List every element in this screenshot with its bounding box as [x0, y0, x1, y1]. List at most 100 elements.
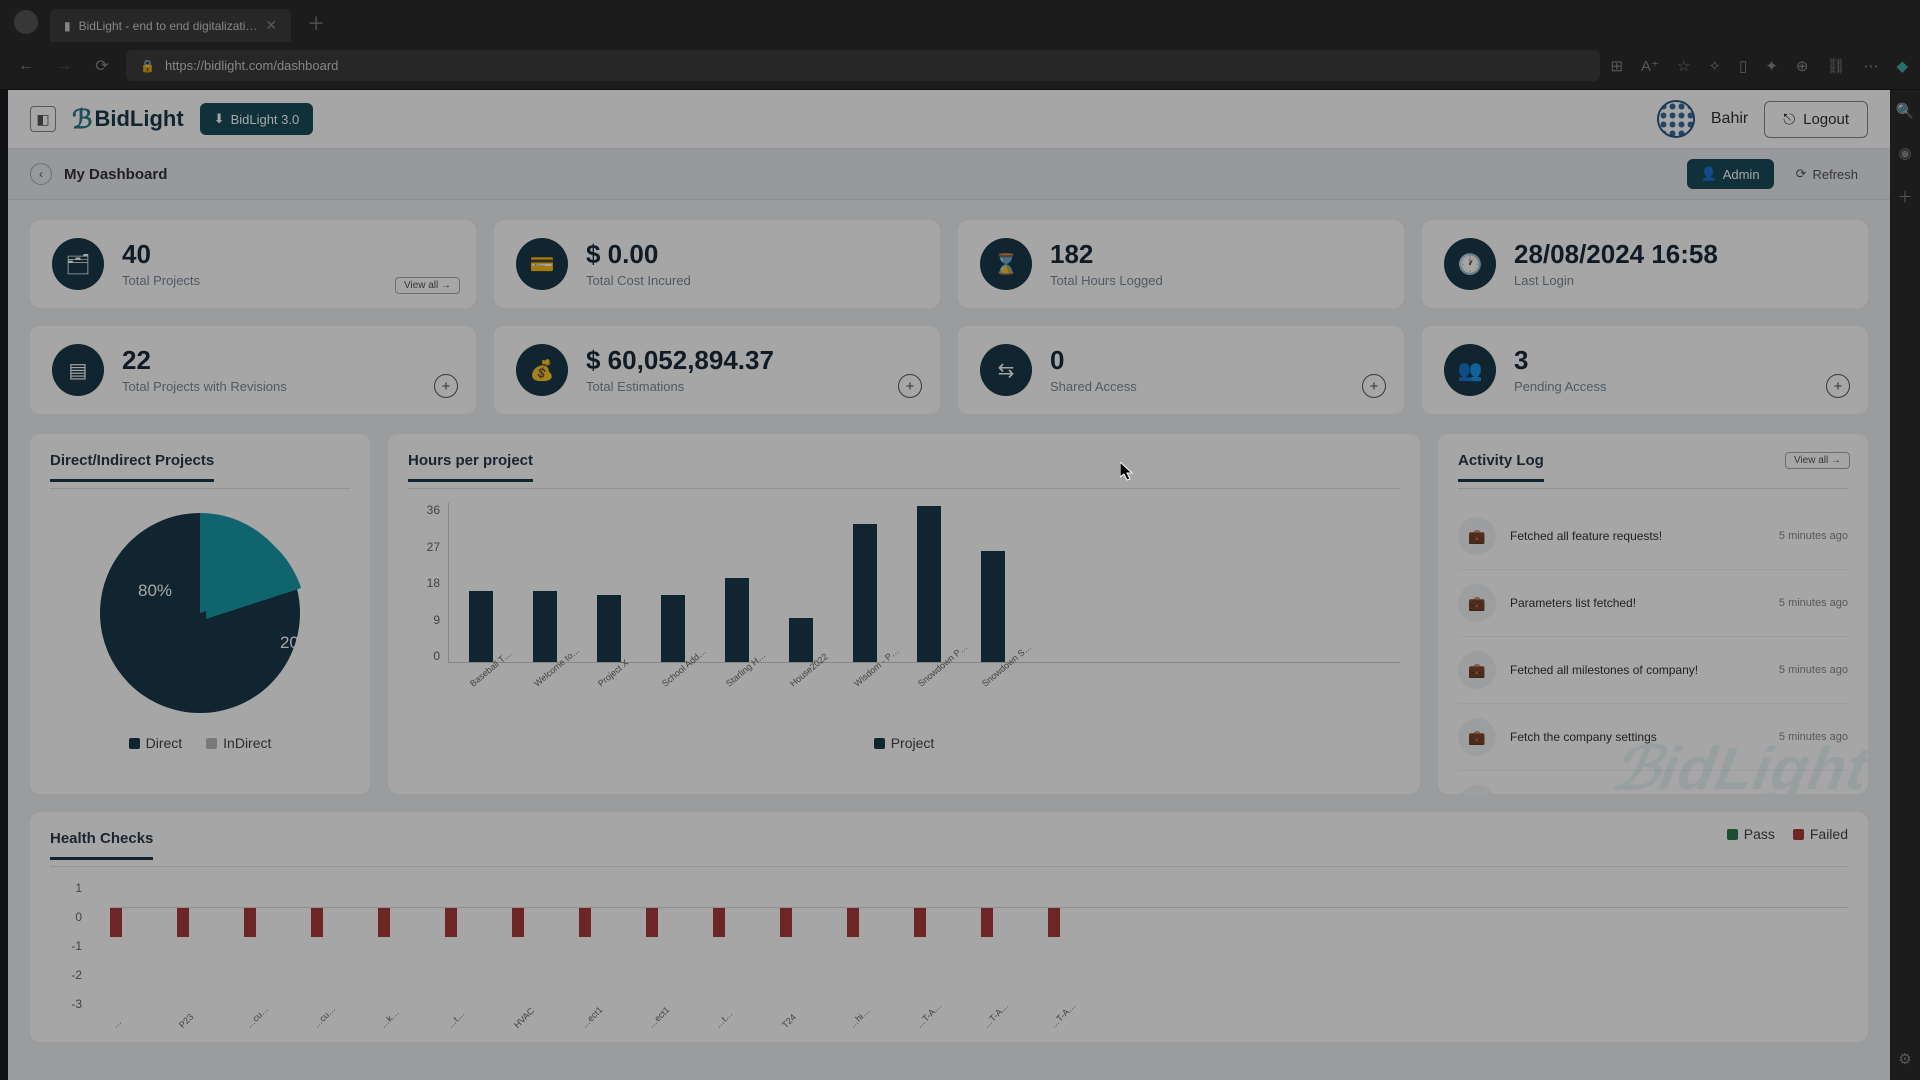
app-frame: ◧ ℬ BidLight ⬇ BidLight 3.0 Bahir ⎋ Logo… [8, 90, 1890, 1080]
extension-icon[interactable]: ⊞ [1610, 57, 1623, 75]
users-icon: 👥 [1444, 344, 1496, 396]
extension2-icon[interactable]: ✧ [1708, 57, 1721, 75]
charts-row: Direct/Indirect Projects 80% 20% Direct … [8, 434, 1890, 794]
health-bar [244, 907, 256, 937]
favorite-icon[interactable]: ☆ [1677, 57, 1690, 75]
forward-icon[interactable]: → [50, 57, 78, 75]
pie-chart-card: Direct/Indirect Projects 80% 20% Direct … [30, 434, 370, 794]
add-button[interactable]: + [1362, 374, 1386, 398]
clock-icon: 🕐 [1444, 238, 1496, 290]
admin-button[interactable]: 👤 Admin [1687, 159, 1774, 189]
stat-total-estimations: 💰 $ 60,052,894.37 Total Estimations + [494, 326, 940, 414]
url-input[interactable]: 🔒 https://bidlight.com/dashboard [126, 50, 1600, 81]
health-bar [646, 907, 658, 937]
settings-icon[interactable]: ⚙ [1898, 1050, 1911, 1068]
briefcase-icon: 💼 [1458, 517, 1496, 555]
add-icon[interactable]: ＋ [1897, 186, 1912, 207]
browser-side-panel: 🔍 ◉ ＋ ⚙ [1890, 90, 1920, 1080]
logo-text: BidLight [94, 106, 183, 132]
logout-icon: ⎋ [1783, 111, 1795, 128]
view-all-button[interactable]: View all → [1785, 452, 1850, 469]
briefcase-icon: 💼 [1458, 785, 1496, 794]
tab-title: BidLight - end to end digitalizati… [79, 19, 258, 33]
briefcase-icon: 💼 [1458, 718, 1496, 756]
bar [917, 506, 941, 662]
app-header: ◧ ℬ BidLight ⬇ BidLight 3.0 Bahir ⎋ Logo… [8, 90, 1890, 149]
user-avatar[interactable] [1657, 100, 1695, 138]
health-bar [110, 907, 122, 937]
watermark: ℬidLight [1607, 734, 1868, 794]
health-bar [713, 907, 725, 937]
health-bar [311, 907, 323, 937]
activity-item[interactable]: 💼Parameters list fetched!5 minutes ago [1458, 570, 1848, 637]
health-bars [90, 881, 1848, 1011]
health-bar [579, 907, 591, 937]
back-icon[interactable]: ← [12, 57, 40, 75]
share-icon: ⇆ [980, 344, 1032, 396]
health-row: Health Checks Pass Failed 1 0 -1 -2 -3 …… [8, 794, 1890, 1042]
health-bar [847, 907, 859, 937]
split-icon[interactable]: ▯ [1739, 57, 1747, 75]
refresh-icon: ⟳ [1796, 166, 1807, 182]
briefcase-icon: 💼 [1458, 584, 1496, 622]
hourglass-icon: ⌛ [980, 238, 1032, 290]
breadcrumb-bar: ‹ My Dashboard 👤 Admin ⟳ Refresh [8, 149, 1890, 200]
bidlight-download-button[interactable]: ⬇ BidLight 3.0 [200, 103, 314, 135]
browser-profile-avatar[interactable] [14, 10, 38, 34]
browser-address-bar: ← → ⟳ 🔒 https://bidlight.com/dashboard ⊞… [0, 42, 1920, 90]
refresh-button[interactable]: ⟳ Refresh [1786, 159, 1868, 189]
activity-item[interactable]: 💼Fetched all milestones of company!5 min… [1458, 637, 1848, 704]
stat-projects-revisions: ▤ 22 Total Projects with Revisions + [30, 326, 476, 414]
bar-legend: Project [408, 735, 1400, 751]
health-bar [1048, 907, 1060, 937]
add-button[interactable]: + [434, 374, 458, 398]
revisions-icon: ▤ [52, 344, 104, 396]
add-button[interactable]: + [898, 374, 922, 398]
user-icon: 👤 [1701, 166, 1717, 182]
health-bar [512, 907, 524, 937]
chart-title: Health Checks [50, 830, 153, 860]
health-legend: Pass Failed [1727, 826, 1848, 842]
search-icon[interactable]: 🔍 [1896, 102, 1915, 120]
browser-tab[interactable]: ▮ BidLight - end to end digitalizati… ✕ [50, 9, 291, 42]
stat-last-login: 🕐 28/08/2024 16:58 Last Login [1422, 220, 1868, 308]
activity-item[interactable]: 💼Fetched all feature requests!5 minutes … [1458, 503, 1848, 570]
more-icon[interactable]: ⋯ [1863, 57, 1878, 75]
health-bar [445, 907, 457, 937]
hours-chart-card: Hours per project 36 27 18 9 0 Baseball … [388, 434, 1420, 794]
read-aloud-icon[interactable]: A⁺ [1641, 57, 1659, 75]
back-button[interactable]: ‹ [30, 163, 52, 185]
chart-title: Activity Log [1458, 452, 1544, 482]
tool-icon[interactable]: ◉ [1898, 144, 1911, 162]
logo-mark-icon: ℬ [72, 104, 92, 135]
copilot-icon[interactable]: ◆ [1896, 57, 1908, 75]
add-button[interactable]: + [1826, 374, 1850, 398]
collections-icon[interactable]: ✦ [1765, 57, 1778, 75]
stat-pending-access: 👥 3 Pending Access + [1422, 326, 1868, 414]
chart-title: Direct/Indirect Projects [50, 452, 214, 482]
health-bar [780, 907, 792, 937]
stats-grid: 🗂 40 Total Projects View all → 💳 $ 0.00 … [8, 200, 1890, 434]
health-chart-card: Health Checks Pass Failed 1 0 -1 -2 -3 …… [30, 812, 1868, 1042]
stat-hours-logged: ⌛ 182 Total Hours Logged [958, 220, 1404, 308]
sidebar-toggle-button[interactable]: ◧ [30, 106, 56, 132]
downloads-icon[interactable]: ⊕ [1796, 57, 1809, 75]
sync-icon[interactable]: ⛓ [1826, 57, 1845, 75]
close-icon[interactable]: ✕ [265, 17, 277, 34]
bar [533, 591, 557, 662]
lock-icon: 🔒 [140, 59, 155, 73]
app-logo[interactable]: ℬ BidLight [72, 104, 184, 135]
health-bar [378, 907, 390, 937]
health-bar [914, 907, 926, 937]
logout-button[interactable]: ⎋ Logout [1764, 101, 1868, 138]
new-tab-button[interactable]: ＋ [301, 4, 331, 42]
stat-shared-access: ⇆ 0 Shared Access + [958, 326, 1404, 414]
briefcase-icon: 💼 [1458, 651, 1496, 689]
reload-icon[interactable]: ⟳ [88, 56, 116, 76]
bar [469, 591, 493, 662]
tab-favicon: ▮ [64, 19, 71, 33]
download-icon: ⬇ [214, 111, 225, 127]
view-all-button[interactable]: View all → [395, 277, 460, 294]
money-icon: 💰 [516, 344, 568, 396]
page-title: My Dashboard [64, 166, 167, 183]
